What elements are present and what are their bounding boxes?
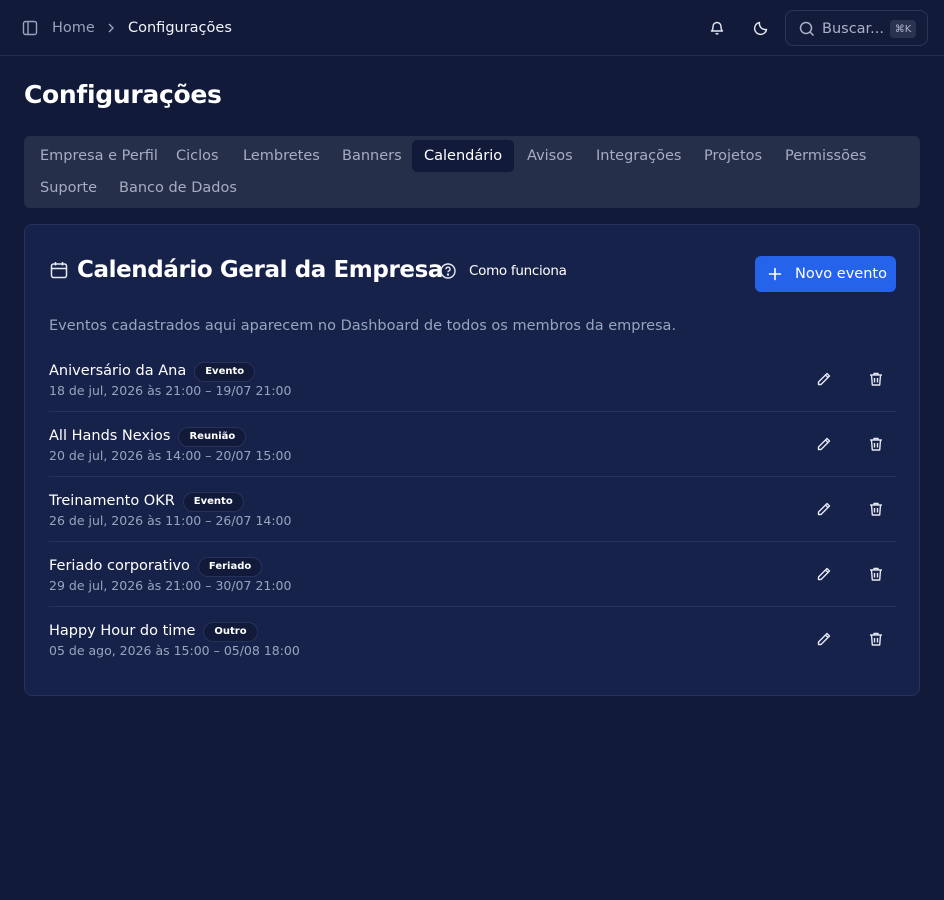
event-list: Aniversário da Ana Evento 18 de jul, 2026…	[49, 347, 896, 672]
moon-icon[interactable]	[749, 16, 773, 40]
new-event-label: Novo evento	[795, 266, 887, 282]
pencil-icon[interactable]	[814, 369, 834, 389]
event-row: Treinamento OKR Evento 26 de jul, 2026 às…	[49, 477, 896, 542]
event-date: 18 de jul, 2026 às 21:00 – 19/07 21:00	[49, 383, 292, 398]
page-title: Configurações	[24, 80, 222, 109]
how-it-works-label: Como funciona	[469, 263, 567, 279]
search-button[interactable]: Buscar... ⌘K	[785, 10, 928, 46]
event-row: Aniversário da Ana Evento 18 de jul, 2026…	[49, 347, 896, 412]
pencil-icon[interactable]	[814, 564, 834, 584]
event-date: 26 de jul, 2026 às 11:00 – 26/07 14:00	[49, 513, 292, 528]
event-date: 20 de jul, 2026 às 14:00 – 20/07 15:00	[49, 448, 292, 463]
event-name: Feriado corporativo	[49, 558, 190, 574]
tab-integracoes[interactable]: Integrações	[584, 140, 693, 172]
breadcrumb-current: Configurações	[128, 20, 232, 36]
event-type-badge: Evento	[182, 492, 244, 512]
event-type-badge: Reunião	[178, 427, 247, 447]
event-name: Happy Hour do time	[49, 623, 196, 639]
trash-icon[interactable]	[866, 499, 886, 519]
tab-empresa-e-perfil[interactable]: Empresa e Perfil	[28, 140, 170, 172]
top-bar: Home Configurações Buscar... ⌘K	[0, 0, 944, 56]
help-circle-icon	[439, 262, 457, 280]
settings-tabs: Empresa e Perfil Ciclos Lembretes Banner…	[24, 136, 920, 208]
trash-icon[interactable]	[866, 629, 886, 649]
tab-avisos[interactable]: Avisos	[515, 140, 585, 172]
calendar-icon	[49, 260, 69, 280]
event-row: All Hands Nexios Reunião 20 de jul, 2026 …	[49, 412, 896, 477]
tab-permissoes[interactable]: Permissões	[773, 140, 878, 172]
event-name: Aniversário da Ana	[49, 363, 187, 379]
pencil-icon[interactable]	[814, 629, 834, 649]
sidebar-toggle-icon[interactable]	[20, 18, 40, 38]
event-date: 29 de jul, 2026 às 21:00 – 30/07 21:00	[49, 578, 292, 593]
tab-lembretes[interactable]: Lembretes	[231, 140, 332, 172]
event-row: Happy Hour do time Outro 05 de ago, 2026 …	[49, 607, 896, 672]
event-name: Treinamento OKR	[49, 493, 175, 509]
event-row: Feriado corporativo Feriado 29 de jul, 20…	[49, 542, 896, 607]
breadcrumb-home[interactable]: Home	[52, 18, 95, 38]
plus-icon	[767, 266, 783, 282]
tab-projetos[interactable]: Projetos	[692, 140, 774, 172]
card-title: Calendário Geral da Empresa	[77, 257, 443, 283]
event-date: 05 de ago, 2026 às 15:00 – 05/08 18:00	[49, 643, 300, 658]
event-type-badge: Feriado	[197, 557, 263, 577]
pencil-icon[interactable]	[814, 434, 834, 454]
chevron-right-icon	[104, 19, 118, 37]
trash-icon[interactable]	[866, 434, 886, 454]
bell-icon[interactable]	[705, 16, 729, 40]
event-type-badge: Outro	[203, 622, 258, 642]
search-icon	[798, 20, 816, 38]
how-it-works-button[interactable]: Como funciona	[439, 261, 567, 281]
trash-icon[interactable]	[866, 369, 886, 389]
tab-banners[interactable]: Banners	[330, 140, 414, 172]
new-event-button[interactable]: Novo evento	[755, 256, 896, 292]
tab-banco-de-dados[interactable]: Banco de Dados	[107, 172, 249, 204]
card-description: Eventos cadastrados aqui aparecem no Das…	[49, 318, 677, 334]
tab-suporte[interactable]: Suporte	[28, 172, 109, 204]
calendar-card: Calendário Geral da Empresa Como funcion…	[24, 224, 920, 696]
event-name: All Hands Nexios	[49, 428, 171, 444]
search-shortcut: ⌘K	[890, 20, 916, 38]
tab-ciclos[interactable]: Ciclos	[164, 140, 231, 172]
trash-icon[interactable]	[866, 564, 886, 584]
search-placeholder: Buscar...	[822, 21, 885, 37]
pencil-icon[interactable]	[814, 499, 834, 519]
tab-calendario[interactable]: Calendário	[412, 140, 515, 172]
event-type-badge: Evento	[194, 362, 256, 382]
